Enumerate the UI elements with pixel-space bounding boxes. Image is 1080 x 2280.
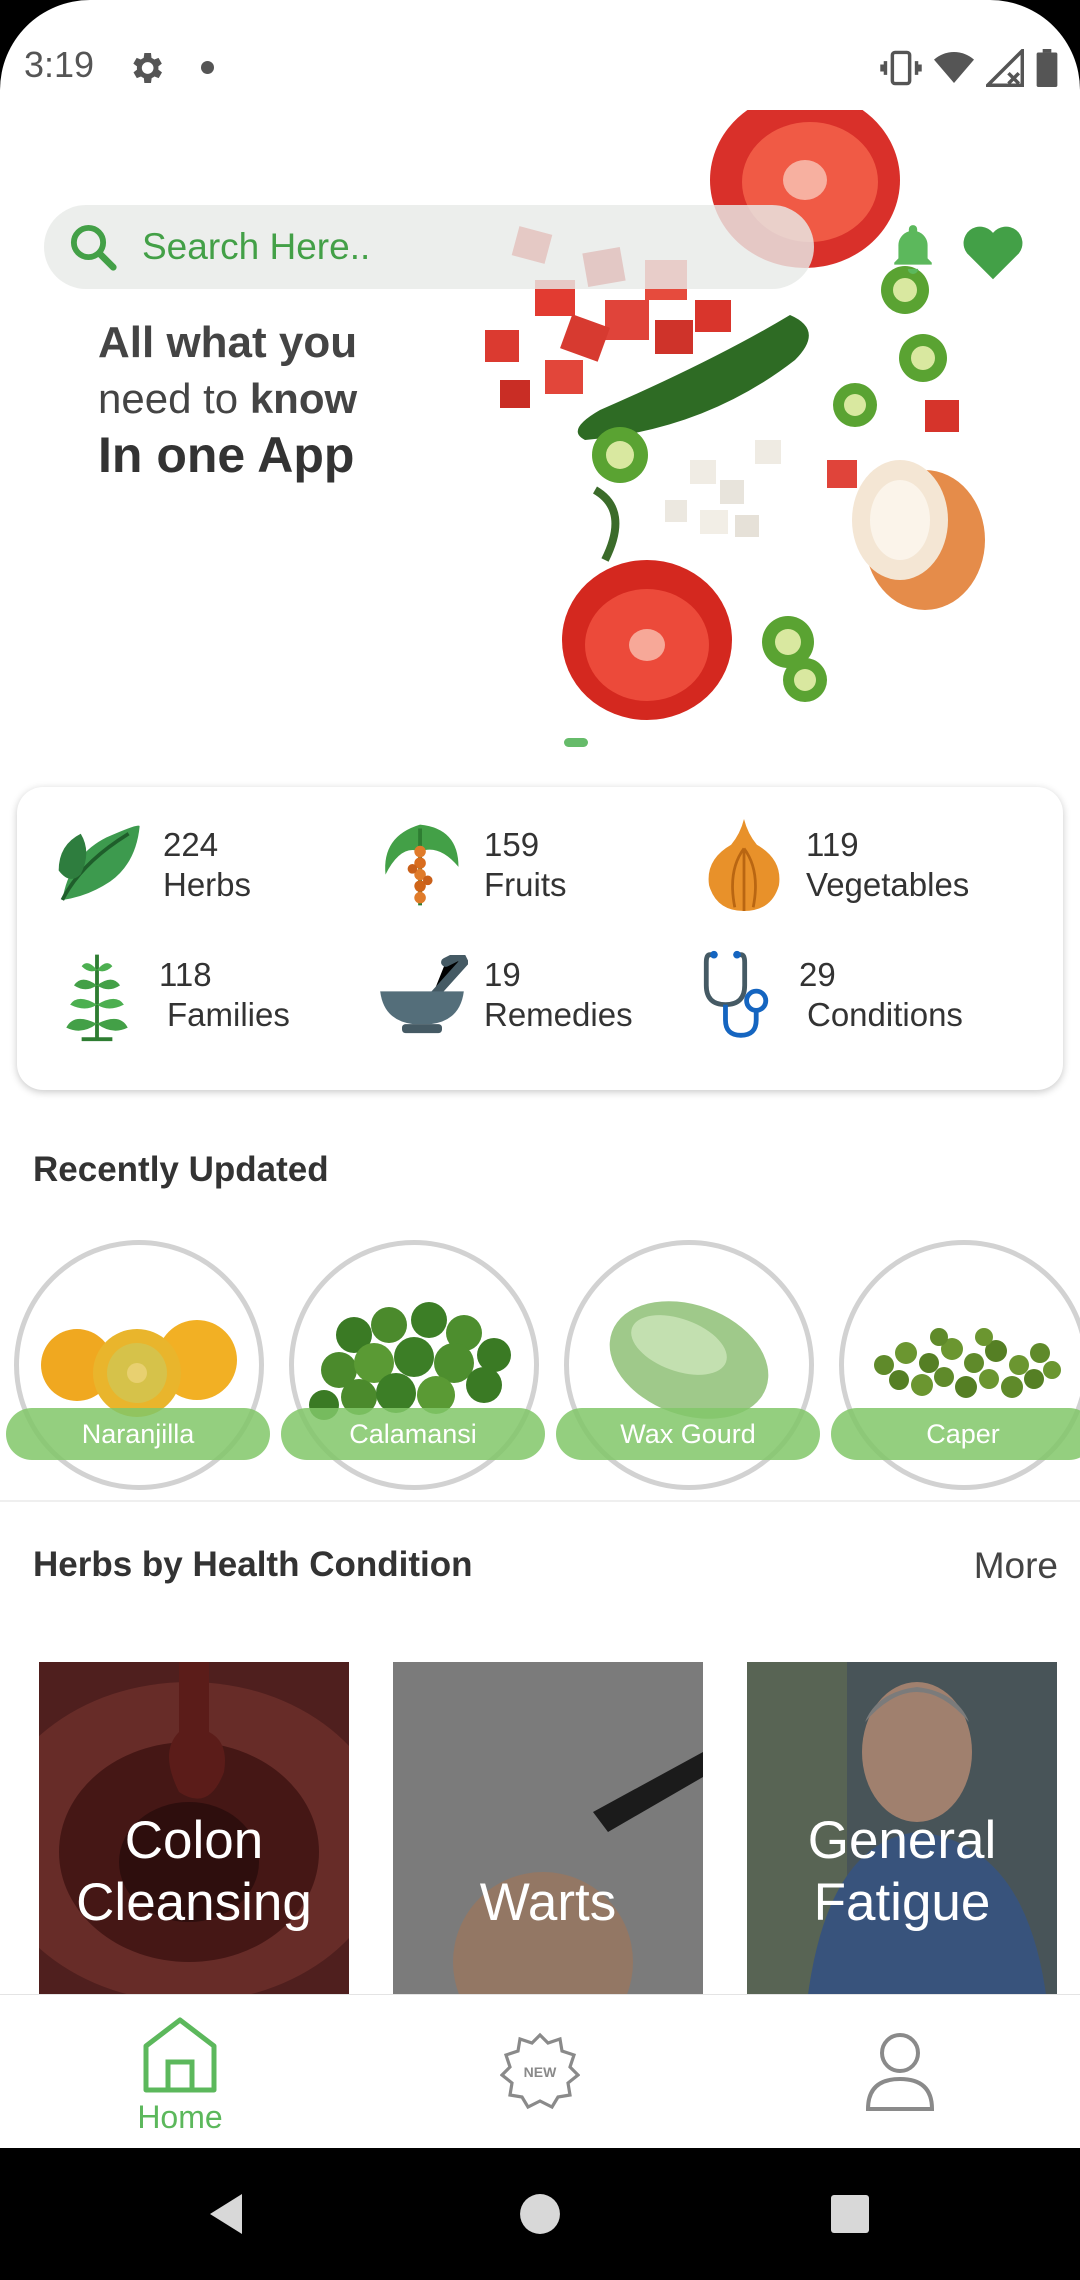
system-navigation-bar <box>0 2148 1080 2280</box>
condition-label-line-2: Cleansing <box>76 1873 312 1932</box>
tagline-line-2-bold: know <box>249 375 358 422</box>
onion-icon <box>708 819 780 911</box>
wifi-icon <box>934 52 974 83</box>
hero-banner[interactable]: Search Here.. All what you need to know … <box>0 110 1080 770</box>
notification-dot-icon <box>201 61 214 74</box>
nav-profile[interactable] <box>780 1995 1020 2149</box>
recent-item-label: Calamansi <box>281 1408 545 1460</box>
herb-leaf-icon <box>58 825 140 901</box>
recents-icon[interactable] <box>830 2194 870 2234</box>
tagline-line-3: In one App <box>98 427 355 483</box>
condition-card-general-fatigue[interactable]: General Fatigue <box>747 1662 1057 2002</box>
stat-herbs[interactable]: 224 Herbs <box>51 815 251 915</box>
stat-label: Vegetables <box>806 866 970 903</box>
signal-icon <box>986 49 1024 87</box>
recently-updated-title: Recently Updated <box>33 1150 329 1189</box>
carousel-indicator <box>564 738 588 747</box>
condition-label-line-1: General <box>807 1811 997 1870</box>
recent-item-label: Caper <box>831 1408 1080 1460</box>
stat-label: Conditions <box>807 996 963 1033</box>
home-circle-icon[interactable] <box>519 2193 561 2235</box>
vibrate-icon <box>880 50 922 86</box>
search-bar[interactable]: Search Here.. <box>44 205 814 289</box>
status-time: 3:19 <box>24 44 95 85</box>
stat-count: 19 <box>484 956 521 993</box>
recent-item-wax-gourd[interactable]: Wax Gourd <box>556 1240 820 1490</box>
stat-label: Remedies <box>484 996 633 1033</box>
stethoscope-icon <box>703 950 769 1038</box>
bell-icon[interactable] <box>888 220 938 276</box>
recent-item-label: Naranjilla <box>6 1408 270 1460</box>
stat-remedies[interactable]: 19 Remedies <box>372 945 633 1045</box>
tagline-line-2-normal: need to <box>98 375 250 422</box>
recent-item-label: Wax Gourd <box>556 1408 820 1460</box>
stat-count: 119 <box>806 826 859 863</box>
stat-families[interactable]: 118 Families <box>47 945 290 1045</box>
home-icon <box>143 2017 217 2093</box>
health-condition-title: Herbs by Health Condition <box>33 1545 473 1584</box>
profile-icon <box>865 2033 935 2111</box>
nav-home[interactable]: Home <box>60 1995 300 2149</box>
stat-count: 118 <box>159 956 212 993</box>
recent-item-caper[interactable]: Caper <box>831 1240 1080 1490</box>
stat-vegetables[interactable]: 119 Vegetables <box>694 815 969 915</box>
stat-count: 29 <box>799 956 836 993</box>
recent-item-calamansi[interactable]: Calamansi <box>281 1240 545 1490</box>
stat-label: Fruits <box>484 866 567 903</box>
app-screen: 3:19 Search Here.. All what you need to … <box>0 0 1080 2280</box>
settings-gear-icon <box>133 53 162 83</box>
tagline-line-1: All what you <box>98 318 358 367</box>
condition-label-line-2: Fatigue <box>813 1873 991 1932</box>
stat-fruits[interactable]: 159 Fruits <box>372 815 567 915</box>
back-icon[interactable] <box>206 2192 246 2236</box>
fruit-icon <box>385 824 459 906</box>
bottom-navigation: Home NEW <box>0 1994 1080 2148</box>
search-input[interactable]: Search Here.. <box>142 226 370 268</box>
stat-label: Herbs <box>163 866 252 903</box>
stat-count: 159 <box>484 826 540 863</box>
condition-card-warts[interactable]: Warts <box>393 1662 703 2002</box>
tagline: All what you need to know In one App <box>98 315 357 483</box>
warts-image <box>393 1662 703 2002</box>
section-divider <box>0 1500 1080 1502</box>
condition-label-line-1: Colon <box>124 1811 264 1870</box>
status-icons <box>880 46 1058 90</box>
search-icon <box>70 224 117 271</box>
nav-new[interactable]: NEW <box>420 1995 660 2149</box>
svg-text:NEW: NEW <box>524 2064 557 2080</box>
battery-icon <box>1036 49 1058 87</box>
new-badge-icon: NEW <box>500 2032 580 2110</box>
stat-conditions[interactable]: 29 Conditions <box>687 945 963 1045</box>
tagline-line-2: need to know <box>98 371 357 427</box>
mortar-pestle-icon <box>380 955 468 1034</box>
plant-icon <box>66 954 128 1042</box>
stat-count: 224 <box>163 826 219 863</box>
stat-label: Families <box>167 996 290 1033</box>
heart-icon[interactable] <box>960 222 1026 282</box>
stats-card: 224 Herbs 159 Fruits 119 Vegetables 118 … <box>17 787 1063 1090</box>
nav-home-label: Home <box>137 2099 223 2135</box>
condition-label-line-2: Warts <box>479 1873 617 1932</box>
condition-card-colon-cleansing[interactable]: Colon Cleansing <box>39 1662 349 2002</box>
recent-item-naranjilla[interactable]: Naranjilla <box>6 1240 270 1490</box>
more-link[interactable]: More <box>974 1545 1058 1587</box>
